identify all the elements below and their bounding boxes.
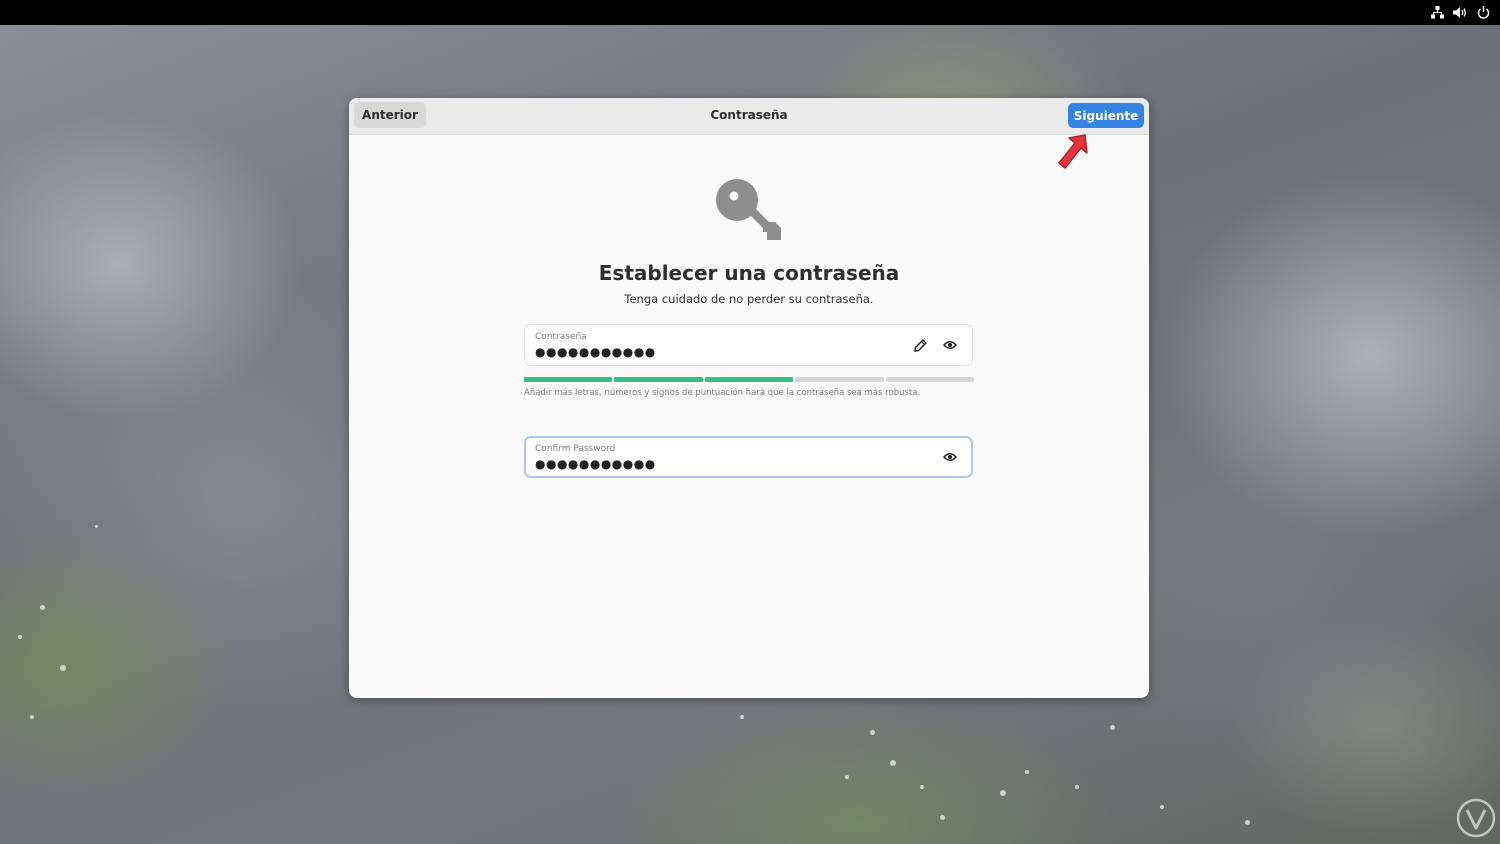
wallpaper-dot: [18, 635, 22, 639]
wallpaper-dot: [1245, 820, 1250, 825]
wallpaper-dot: [1110, 725, 1115, 730]
page-heading: Establecer una contraseña: [598, 261, 900, 285]
power-icon[interactable]: [1476, 4, 1490, 20]
password-field[interactable]: Contraseña ●●●●●●●●●●●: [524, 324, 973, 366]
wallpaper-dot: [95, 525, 98, 528]
watermark-logo-icon: [1456, 798, 1496, 838]
confirm-password-field-value[interactable]: ●●●●●●●●●●●: [535, 457, 656, 471]
top-bar: [0, 0, 1500, 25]
network-icon[interactable]: [1430, 4, 1444, 20]
wallpaper-dot: [60, 665, 66, 671]
password-field-value[interactable]: ●●●●●●●●●●●: [535, 345, 656, 359]
volume-icon[interactable]: [1453, 4, 1467, 20]
confirm-password-field-label: Confirm Password: [535, 444, 616, 454]
setup-dialog: Anterior Contraseña Siguiente Establecer…: [349, 98, 1149, 698]
dialog-title: Contraseña: [710, 108, 788, 122]
strength-segment: [614, 377, 703, 382]
password-strength-hint: Añadir más letras, números y signos de p…: [524, 388, 921, 398]
show-password-eye-icon[interactable]: [941, 448, 959, 466]
strength-segment: [795, 377, 884, 382]
system-tray[interactable]: [1430, 4, 1490, 20]
show-password-eye-icon[interactable]: [941, 336, 959, 354]
key-icon: [716, 179, 781, 240]
confirm-password-field[interactable]: Confirm Password ●●●●●●●●●●●: [524, 436, 973, 478]
strength-segment: [885, 377, 975, 382]
strength-segment: [704, 377, 794, 382]
wallpaper-dot: [40, 605, 45, 610]
password-field-label: Contraseña: [535, 332, 587, 342]
wallpaper-dot: [920, 785, 924, 789]
wallpaper-dot: [1000, 790, 1006, 796]
wallpaper-dot: [740, 715, 744, 719]
wallpaper-dot: [940, 815, 945, 820]
next-button[interactable]: Siguiente: [1068, 103, 1144, 128]
wallpaper-dot: [845, 775, 849, 779]
wallpaper-dot: [30, 715, 34, 719]
edit-pencil-icon[interactable]: [911, 336, 929, 354]
wallpaper-dot: [1075, 785, 1079, 789]
page-subheading: Tenga cuidado de no perder su contraseña…: [624, 292, 874, 306]
password-strength-bar: [524, 377, 975, 382]
annotation-arrow-icon: [1058, 134, 1088, 169]
wallpaper-dot: [870, 730, 875, 735]
wallpaper-dot: [890, 760, 896, 766]
wallpaper-dot: [1160, 805, 1164, 809]
header-bar: Anterior Contraseña Siguiente: [349, 98, 1149, 135]
wallpaper-dot: [1025, 770, 1029, 774]
strength-segment: [524, 377, 613, 382]
